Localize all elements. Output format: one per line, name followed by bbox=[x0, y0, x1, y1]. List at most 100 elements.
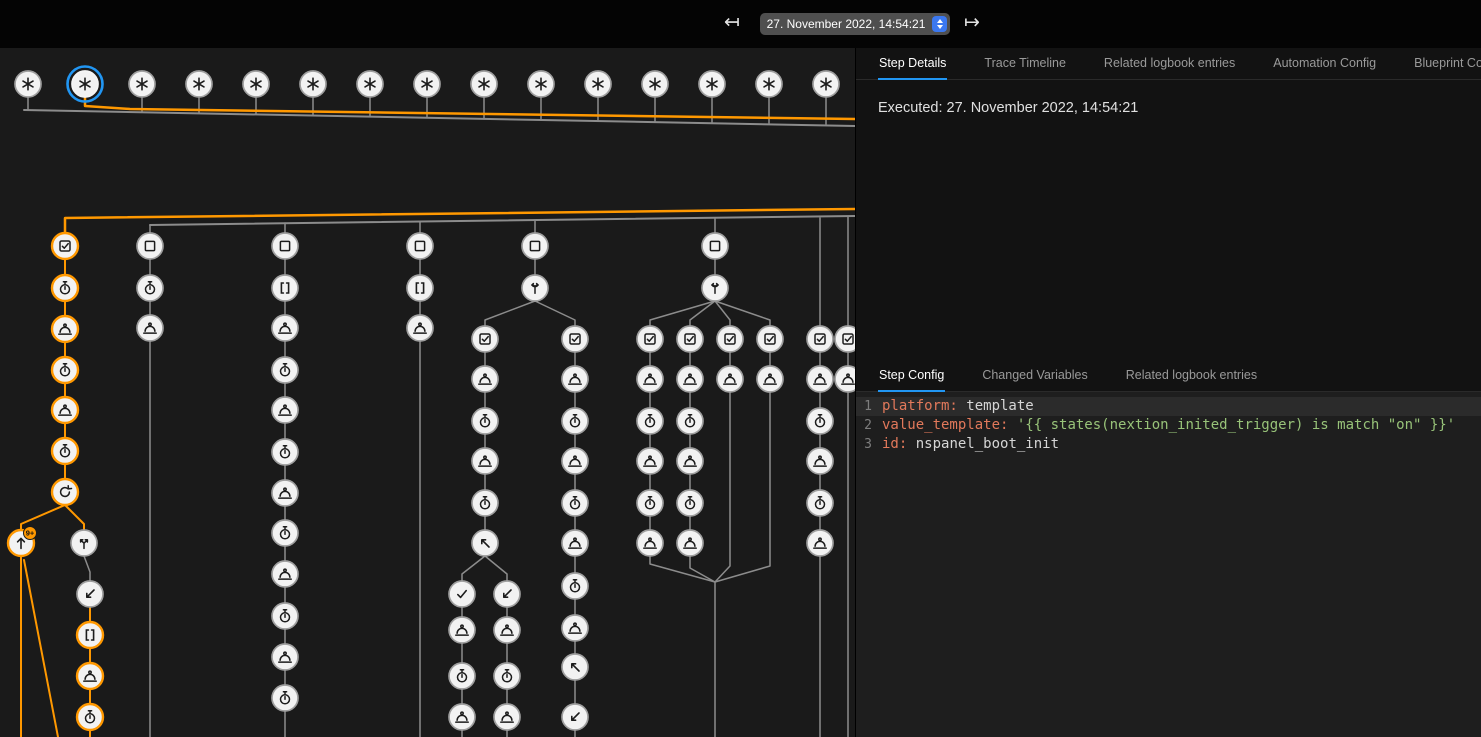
trace-node[interactable] bbox=[137, 233, 163, 259]
tab-step-details[interactable]: Step Details bbox=[878, 48, 947, 80]
trace-node[interactable] bbox=[272, 275, 298, 301]
trace-edge bbox=[85, 98, 855, 119]
code-token: id: bbox=[882, 436, 907, 452]
tab-step-config[interactable]: Step Config bbox=[878, 360, 945, 392]
trace-node[interactable] bbox=[77, 622, 103, 648]
run-select-value: 27. November 2022, 14:54:21 bbox=[767, 17, 926, 31]
trace-edge bbox=[485, 556, 507, 581]
trace-edge bbox=[715, 392, 770, 582]
code-token: '{{ states(nextion_inited_trigger) is ma… bbox=[1008, 417, 1455, 433]
trace-edge bbox=[84, 556, 90, 581]
tab-changed-variables[interactable]: Changed Variables bbox=[981, 360, 1088, 392]
tab-related-logbook-entries[interactable]: Related logbook entries bbox=[1103, 48, 1236, 80]
trace-edge bbox=[715, 301, 770, 326]
trace-node[interactable] bbox=[757, 326, 783, 352]
trace-graph-area: 9+ bbox=[0, 48, 856, 737]
line-number: 1 bbox=[856, 397, 872, 416]
trace-node[interactable] bbox=[677, 448, 703, 474]
trace-node[interactable] bbox=[562, 615, 588, 641]
trace-node[interactable] bbox=[449, 581, 475, 607]
code-text: platform: template bbox=[872, 397, 1034, 416]
trace-node[interactable] bbox=[677, 530, 703, 556]
trace-edge bbox=[650, 301, 715, 326]
trace-node[interactable] bbox=[494, 704, 520, 730]
tab-trace-timeline[interactable]: Trace Timeline bbox=[983, 48, 1067, 80]
trace-node[interactable] bbox=[52, 397, 78, 423]
chevron-up-icon bbox=[937, 19, 943, 23]
code-token: platform: bbox=[882, 398, 958, 414]
code-text: id: nspanel_boot_init bbox=[872, 435, 1059, 454]
code-line: 3 id: nspanel_boot_init bbox=[856, 435, 1481, 454]
trace-node[interactable] bbox=[52, 479, 78, 505]
trace-node[interactable] bbox=[677, 366, 703, 392]
trace-node[interactable] bbox=[472, 326, 498, 352]
trace-node[interactable] bbox=[272, 480, 298, 506]
trace-node[interactable] bbox=[637, 366, 663, 392]
trace-node[interactable] bbox=[77, 663, 103, 689]
step-config-editor[interactable]: 1 platform: template 2 value_template: '… bbox=[856, 392, 1481, 737]
trace-node[interactable] bbox=[52, 316, 78, 342]
trace-node[interactable] bbox=[717, 326, 743, 352]
trace-edge bbox=[24, 560, 58, 737]
top-bar: ↤ 27. November 2022, 14:54:21 ↦ bbox=[0, 0, 1481, 48]
tab-blueprint-config[interactable]: Blueprint Config bbox=[1413, 48, 1481, 80]
code-token: template bbox=[958, 398, 1034, 414]
code-token: value_template: bbox=[882, 417, 1008, 433]
trace-node[interactable] bbox=[272, 233, 298, 259]
trace-edge bbox=[150, 216, 855, 225]
trace-node[interactable] bbox=[807, 448, 833, 474]
trace-node[interactable] bbox=[637, 326, 663, 352]
trace-node[interactable] bbox=[757, 366, 783, 392]
trace-node[interactable] bbox=[449, 704, 475, 730]
line-number: 3 bbox=[856, 435, 872, 454]
code-line: 1 platform: template bbox=[856, 397, 1481, 416]
trace-node[interactable] bbox=[807, 366, 833, 392]
trace-node[interactable] bbox=[472, 366, 498, 392]
trace-node[interactable] bbox=[472, 448, 498, 474]
trace-node[interactable] bbox=[677, 326, 703, 352]
trace-node[interactable] bbox=[407, 315, 433, 341]
trace-node[interactable] bbox=[522, 233, 548, 259]
trace-edge bbox=[21, 505, 65, 530]
trace-edge bbox=[715, 392, 730, 582]
trace-edge bbox=[650, 556, 715, 582]
trace-node[interactable] bbox=[807, 326, 833, 352]
config-tabbar: Step Config Changed Variables Related lo… bbox=[856, 360, 1481, 392]
next-run-icon[interactable]: ↦ bbox=[964, 12, 980, 34]
trace-node[interactable] bbox=[272, 644, 298, 670]
trace-node[interactable] bbox=[137, 315, 163, 341]
tab-config-related-logbook-entries[interactable]: Related logbook entries bbox=[1125, 360, 1258, 392]
trace-edge bbox=[65, 505, 84, 530]
run-select[interactable]: 27. November 2022, 14:54:21 bbox=[760, 13, 950, 35]
trace-node[interactable] bbox=[637, 448, 663, 474]
executed-text: Executed: 27. November 2022, 14:54:21 bbox=[856, 80, 1481, 116]
trace-node[interactable] bbox=[807, 530, 833, 556]
previous-run-icon[interactable]: ↤ bbox=[724, 12, 740, 34]
trace-node[interactable] bbox=[272, 315, 298, 341]
trace-edge bbox=[462, 556, 485, 581]
trace-node[interactable] bbox=[407, 275, 433, 301]
select-stepper-icon bbox=[932, 16, 947, 32]
trace-node[interactable] bbox=[702, 233, 728, 259]
code-line: 2 value_template: '{{ states(nextion_ini… bbox=[856, 416, 1481, 435]
code-token: nspanel_boot_init bbox=[907, 436, 1059, 452]
tab-automation-config[interactable]: Automation Config bbox=[1272, 48, 1377, 80]
trace-node[interactable] bbox=[562, 326, 588, 352]
trace-node[interactable] bbox=[637, 530, 663, 556]
trace-node[interactable] bbox=[449, 617, 475, 643]
trace-node[interactable] bbox=[52, 233, 78, 259]
trace-node[interactable] bbox=[562, 366, 588, 392]
chevron-down-icon bbox=[937, 25, 943, 29]
trace-node[interactable] bbox=[407, 233, 433, 259]
details-panel: Step Details Trace Timeline Related logb… bbox=[856, 48, 1481, 737]
trace-node[interactable] bbox=[494, 617, 520, 643]
trace-node[interactable] bbox=[562, 530, 588, 556]
trace-node[interactable] bbox=[272, 561, 298, 587]
trace-graph: 9+ bbox=[0, 48, 855, 737]
trace-node[interactable] bbox=[717, 366, 743, 392]
trace-node[interactable] bbox=[562, 448, 588, 474]
details-tabbar: Step Details Trace Timeline Related logb… bbox=[856, 48, 1481, 80]
trace-node[interactable] bbox=[272, 397, 298, 423]
trace-edge bbox=[485, 301, 535, 326]
trace-edge bbox=[535, 301, 575, 326]
